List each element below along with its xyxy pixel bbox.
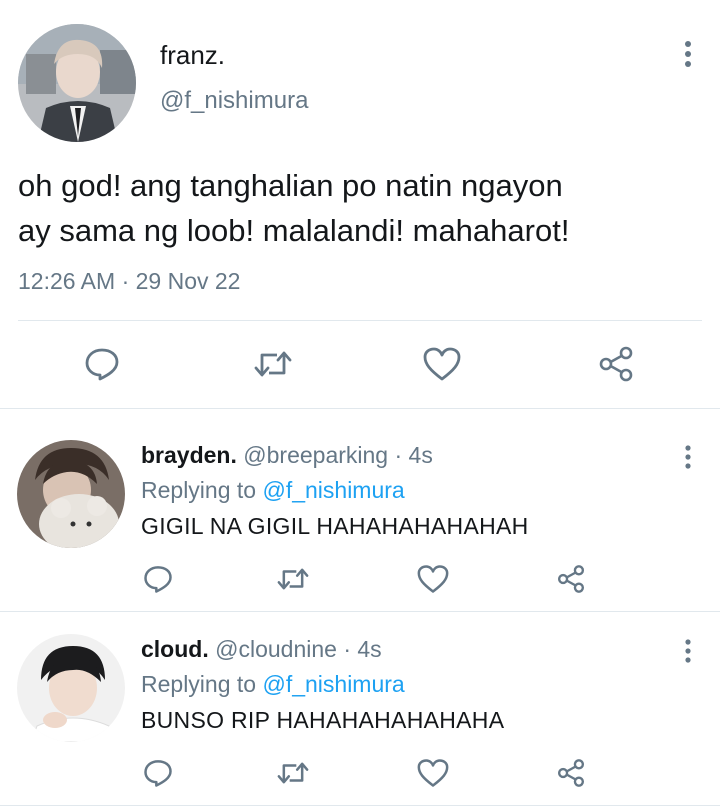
retweet-button[interactable] — [273, 753, 313, 793]
reply-text: GIGIL NA GIGIL HAHAHAHAHAHAH — [141, 513, 529, 539]
share-icon — [557, 759, 585, 787]
user-handle[interactable]: @f_nishimura — [160, 87, 308, 115]
tweet-text: oh god! ang tanghalian po natin ngayon a… — [18, 163, 708, 253]
retweet-icon — [277, 762, 309, 784]
tweet-text-line: oh god! ang tanghalian po natin ngayon — [18, 168, 563, 203]
avatar[interactable] — [18, 24, 136, 142]
tweet-text-line: ay sama ng loob! malalandi! mahaharot! — [18, 213, 570, 248]
timestamp[interactable]: 12:26 AM · 29 Nov 22 — [18, 268, 240, 295]
like-button[interactable] — [413, 753, 453, 793]
handle-and-time: @breeparking · 4s — [243, 442, 433, 468]
avatar[interactable] — [17, 634, 125, 742]
more-options-icon[interactable] — [680, 38, 696, 70]
reply-button[interactable] — [138, 559, 178, 599]
display-name[interactable]: cloud. — [141, 636, 209, 662]
avatar-image — [17, 634, 125, 742]
share-icon — [557, 565, 585, 593]
share-icon — [599, 346, 633, 382]
divider — [0, 805, 720, 806]
reply-tweet: brayden. @breeparking · 4s Replying to @… — [0, 409, 720, 603]
reply-text: BUNSO RIP HAHAHAHAHAHAHA — [141, 707, 505, 733]
reply-header: brayden. @breeparking · 4s — [141, 442, 433, 469]
handle-and-time: @cloudnine · 4s — [215, 636, 382, 662]
share-button[interactable] — [592, 340, 640, 388]
reply-button[interactable] — [138, 753, 178, 793]
avatar[interactable] — [17, 440, 125, 548]
avatar-image — [17, 440, 125, 548]
share-button[interactable] — [551, 559, 591, 599]
like-icon — [423, 347, 461, 381]
display-name[interactable]: brayden. — [141, 442, 237, 468]
more-options-icon[interactable] — [680, 637, 696, 665]
like-icon — [417, 759, 449, 787]
reply-icon — [85, 348, 119, 381]
retweet-icon — [277, 568, 309, 590]
reply-button[interactable] — [78, 340, 126, 388]
display-name[interactable]: franz. — [160, 40, 225, 71]
mention-link[interactable]: @f_nishimura — [262, 477, 404, 503]
share-button[interactable] — [551, 753, 591, 793]
replying-to-label: Replying to — [141, 477, 257, 503]
like-icon — [417, 565, 449, 593]
retweet-button[interactable] — [249, 340, 297, 388]
reply-header: cloud. @cloudnine · 4s — [141, 636, 382, 663]
main-tweet: franz. @f_nishimura oh god! ang tanghali… — [0, 0, 720, 408]
like-button[interactable] — [413, 559, 453, 599]
retweet-icon — [254, 351, 292, 377]
reply-icon — [144, 760, 172, 787]
replying-to-label: Replying to — [141, 671, 257, 697]
reply-actions — [0, 753, 720, 793]
tweet-actions — [0, 340, 720, 392]
like-button[interactable] — [418, 340, 466, 388]
replying-to: Replying to @f_nishimura — [141, 671, 405, 698]
retweet-button[interactable] — [273, 559, 313, 599]
reply-actions — [0, 559, 720, 599]
mention-link[interactable]: @f_nishimura — [262, 671, 404, 697]
avatar-image — [18, 24, 136, 142]
reply-tweet: cloud. @cloudnine · 4s Replying to @f_ni… — [0, 603, 720, 797]
divider — [18, 320, 702, 321]
replying-to: Replying to @f_nishimura — [141, 477, 405, 504]
more-options-icon[interactable] — [680, 443, 696, 471]
reply-icon — [144, 566, 172, 593]
